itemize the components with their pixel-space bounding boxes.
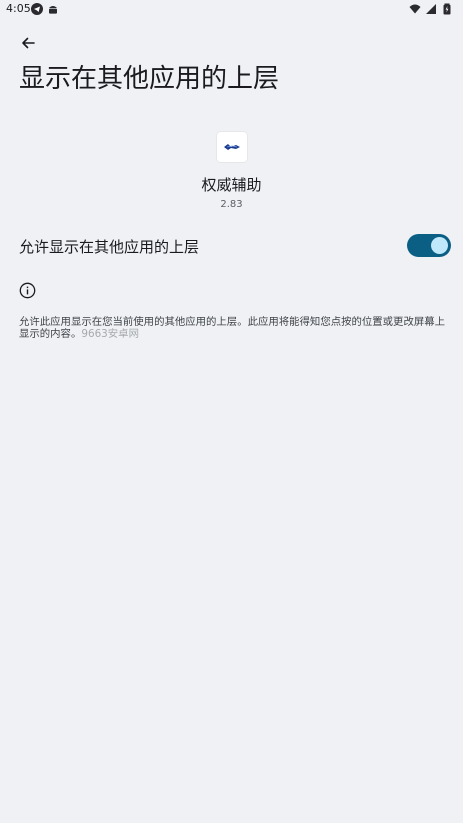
battery-icon — [441, 3, 453, 15]
status-time: 4:05 — [6, 2, 31, 15]
app-card: 权威辅助 2.83 — [0, 132, 463, 210]
app-version: 2.83 — [220, 199, 243, 210]
telegram-icon — [31, 3, 43, 15]
signal-icon — [425, 3, 437, 15]
status-bar: 4:05 — [0, 0, 463, 20]
watermark: 9663安卓网 — [81, 328, 139, 340]
allow-overlay-setting[interactable]: 允许显示在其他应用的上层 — [0, 228, 463, 264]
info-icon — [19, 282, 36, 299]
android-icon — [47, 3, 59, 15]
allow-overlay-label: 允许显示在其他应用的上层 — [19, 238, 200, 256]
app-name: 权威辅助 — [201, 176, 262, 194]
arrow-left-icon — [20, 35, 36, 55]
permission-description: 允许此应用显示在您当前使用的其他应用的上层。此应用将能得知您点按的位置或更改屏幕… — [19, 316, 455, 340]
switch-thumb — [431, 237, 448, 254]
app-icon — [216, 132, 247, 162]
wifi-icon — [409, 3, 421, 15]
page-title: 显示在其他应用的上层 — [19, 64, 280, 94]
back-button[interactable] — [16, 33, 40, 57]
allow-overlay-switch[interactable] — [407, 234, 451, 257]
